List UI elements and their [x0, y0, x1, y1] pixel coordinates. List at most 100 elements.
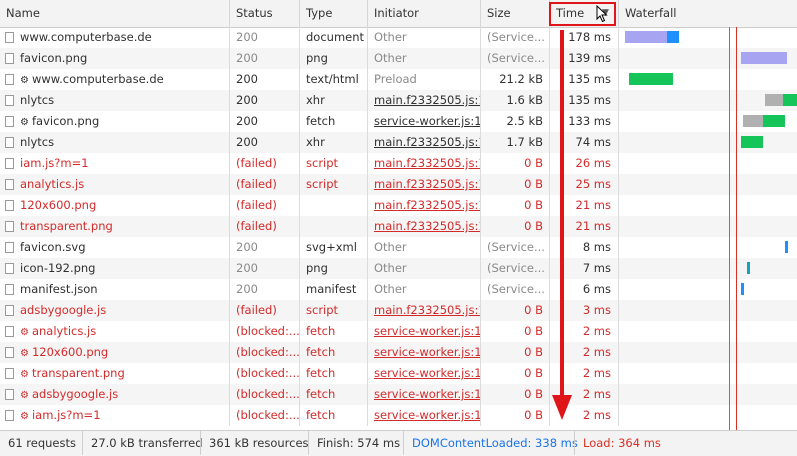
- cell-type: [300, 216, 368, 237]
- file-icon: [5, 410, 14, 421]
- table-row[interactable]: icon-192.png 200 png Other (Service... 7 ms: [0, 258, 797, 279]
- table-row[interactable]: analytics.js (failed) script main.f2332505.…: [0, 174, 797, 195]
- table-row[interactable]: favicon.png 200 png Other (Service... 139 ms: [0, 48, 797, 69]
- cell-name[interactable]: favicon.png: [0, 48, 230, 69]
- cell-status: (blocked:...: [230, 342, 300, 363]
- cell-name[interactable]: www.computerbase.de: [0, 27, 230, 48]
- cell-name[interactable]: nlytcs: [0, 132, 230, 153]
- cell-name[interactable]: ⚙ iam.js?m=1: [0, 405, 230, 426]
- cell-initiator[interactable]: main.f2332505.js:1: [368, 90, 481, 111]
- table-row[interactable]: ⚙ 120x600.png (blocked:... fetch service-wor…: [0, 342, 797, 363]
- table-row[interactable]: ⚙ favicon.png 200 fetch service-worker.js:1 2…: [0, 111, 797, 132]
- table-row[interactable]: favicon.svg 200 svg+xml Other (Service... 8 m…: [0, 237, 797, 258]
- table-row[interactable]: www.computerbase.de 200 document Other (Serv…: [0, 27, 797, 48]
- file-icon: [5, 95, 14, 106]
- cell-initiator[interactable]: main.f2332505.js:1: [368, 300, 481, 321]
- cell-name[interactable]: adsbygoogle.js: [0, 300, 230, 321]
- waterfall-bar: [741, 52, 787, 64]
- cell-type: manifest: [300, 279, 368, 300]
- cell-waterfall: [619, 174, 797, 195]
- cell-name[interactable]: ⚙ favicon.png: [0, 111, 230, 132]
- gear-icon: ⚙: [20, 369, 29, 380]
- cell-initiator[interactable]: service-worker.js:1: [368, 405, 481, 426]
- file-icon: [5, 347, 14, 358]
- cell-status: 200: [230, 48, 300, 69]
- table-row[interactable]: manifest.json 200 manifest Other (Service...…: [0, 279, 797, 300]
- header-size[interactable]: Size: [481, 0, 550, 27]
- header-initiator[interactable]: Initiator: [368, 0, 481, 27]
- request-name: manifest.json: [20, 282, 98, 296]
- cell-size: (Service...: [481, 258, 550, 279]
- table-row[interactable]: nlytcs 200 xhr main.f2332505.js:1 1.6 kB 135 …: [0, 90, 797, 111]
- waterfall-bar: [763, 115, 785, 127]
- cell-type: fetch: [300, 321, 368, 342]
- gear-icon: ⚙: [20, 117, 29, 128]
- waterfall-bar: [785, 241, 788, 253]
- status-bar: 61 requests 27.0 kB transferred 361 kB r…: [0, 430, 797, 456]
- cell-name[interactable]: analytics.js: [0, 174, 230, 195]
- cell-initiator[interactable]: service-worker.js:1: [368, 111, 481, 132]
- header-name[interactable]: Name: [0, 0, 230, 27]
- cell-initiator[interactable]: service-worker.js:1: [368, 384, 481, 405]
- cell-initiator[interactable]: service-worker.js:1: [368, 363, 481, 384]
- table-row[interactable]: nlytcs 200 xhr main.f2332505.js:1 1.7 kB 74 m…: [0, 132, 797, 153]
- table-row[interactable]: ⚙ www.computerbase.de 200 text/html Preload 2…: [0, 69, 797, 90]
- request-name: iam.js?m=1: [31, 408, 101, 422]
- gear-icon: ⚙: [20, 327, 29, 338]
- request-name: analytics.js: [20, 177, 85, 191]
- request-name: analytics.js: [31, 324, 97, 338]
- table-row[interactable]: iam.js?m=1 (failed) script main.f2332505.js…: [0, 153, 797, 174]
- cell-name[interactable]: ⚙ www.computerbase.de: [0, 69, 230, 90]
- cell-initiator[interactable]: main.f2332505.js:1: [368, 132, 481, 153]
- table-row[interactable]: ⚙ transparent.png (blocked:... fetch service…: [0, 363, 797, 384]
- cell-type: xhr: [300, 90, 368, 111]
- cell-name[interactable]: iam.js?m=1: [0, 153, 230, 174]
- header-status[interactable]: Status: [230, 0, 300, 27]
- request-name: transparent.png: [20, 219, 113, 233]
- cell-status: 200: [230, 132, 300, 153]
- cell-name[interactable]: ⚙ transparent.png: [0, 363, 230, 384]
- cell-name[interactable]: favicon.svg: [0, 237, 230, 258]
- cell-initiator[interactable]: main.f2332505.js:1: [368, 195, 481, 216]
- request-name: favicon.png: [31, 114, 100, 128]
- gear-icon: ⚙: [20, 75, 29, 86]
- cell-type: fetch: [300, 405, 368, 426]
- cell-status: (blocked:...: [230, 321, 300, 342]
- cell-waterfall: [619, 258, 797, 279]
- cell-name[interactable]: transparent.png: [0, 216, 230, 237]
- cell-initiator[interactable]: service-worker.js:1: [368, 342, 481, 363]
- file-icon: [5, 158, 14, 169]
- cell-initiator[interactable]: main.f2332505.js:1: [368, 174, 481, 195]
- table-row[interactable]: adsbygoogle.js (failed) script main.f233250…: [0, 300, 797, 321]
- header-type[interactable]: Type: [300, 0, 368, 27]
- cell-initiator[interactable]: main.f2332505.js:1: [368, 153, 481, 174]
- table-row[interactable]: 120x600.png (failed) main.f2332505.js:1 0 B…: [0, 195, 797, 216]
- cell-type: xhr: [300, 132, 368, 153]
- cell-type: document: [300, 27, 368, 48]
- column-header: Name Status Type Initiator Size Time ▼ W…: [0, 0, 797, 28]
- table-row[interactable]: ⚙ adsbygoogle.js (blocked:... fetch service-…: [0, 384, 797, 405]
- cell-type: fetch: [300, 342, 368, 363]
- cell-name[interactable]: 120x600.png: [0, 195, 230, 216]
- table-row[interactable]: ⚙ iam.js?m=1 (blocked:... fetch service-work…: [0, 405, 797, 426]
- cell-initiator: Other: [368, 27, 481, 48]
- cell-initiator[interactable]: service-worker.js:1: [368, 321, 481, 342]
- waterfall-bar: [783, 94, 797, 106]
- cell-name[interactable]: ⚙ analytics.js: [0, 321, 230, 342]
- cell-name[interactable]: nlytcs: [0, 90, 230, 111]
- request-name: iam.js?m=1: [20, 156, 89, 170]
- request-name: transparent.png: [31, 366, 125, 380]
- cell-status: (failed): [230, 216, 300, 237]
- header-waterfall[interactable]: Waterfall: [619, 0, 797, 27]
- cell-name[interactable]: ⚙ adsbygoogle.js: [0, 384, 230, 405]
- cell-size: 0 B: [481, 300, 550, 321]
- cell-name[interactable]: ⚙ 120x600.png: [0, 342, 230, 363]
- request-name: www.computerbase.de: [31, 72, 164, 86]
- table-row[interactable]: transparent.png (failed) main.f2332505.js:…: [0, 216, 797, 237]
- cell-name[interactable]: icon-192.png: [0, 258, 230, 279]
- cell-initiator[interactable]: main.f2332505.js:1: [368, 216, 481, 237]
- cell-type: script: [300, 153, 368, 174]
- cell-size: 0 B: [481, 153, 550, 174]
- table-row[interactable]: ⚙ analytics.js (blocked:... fetch service-wo…: [0, 321, 797, 342]
- cell-name[interactable]: manifest.json: [0, 279, 230, 300]
